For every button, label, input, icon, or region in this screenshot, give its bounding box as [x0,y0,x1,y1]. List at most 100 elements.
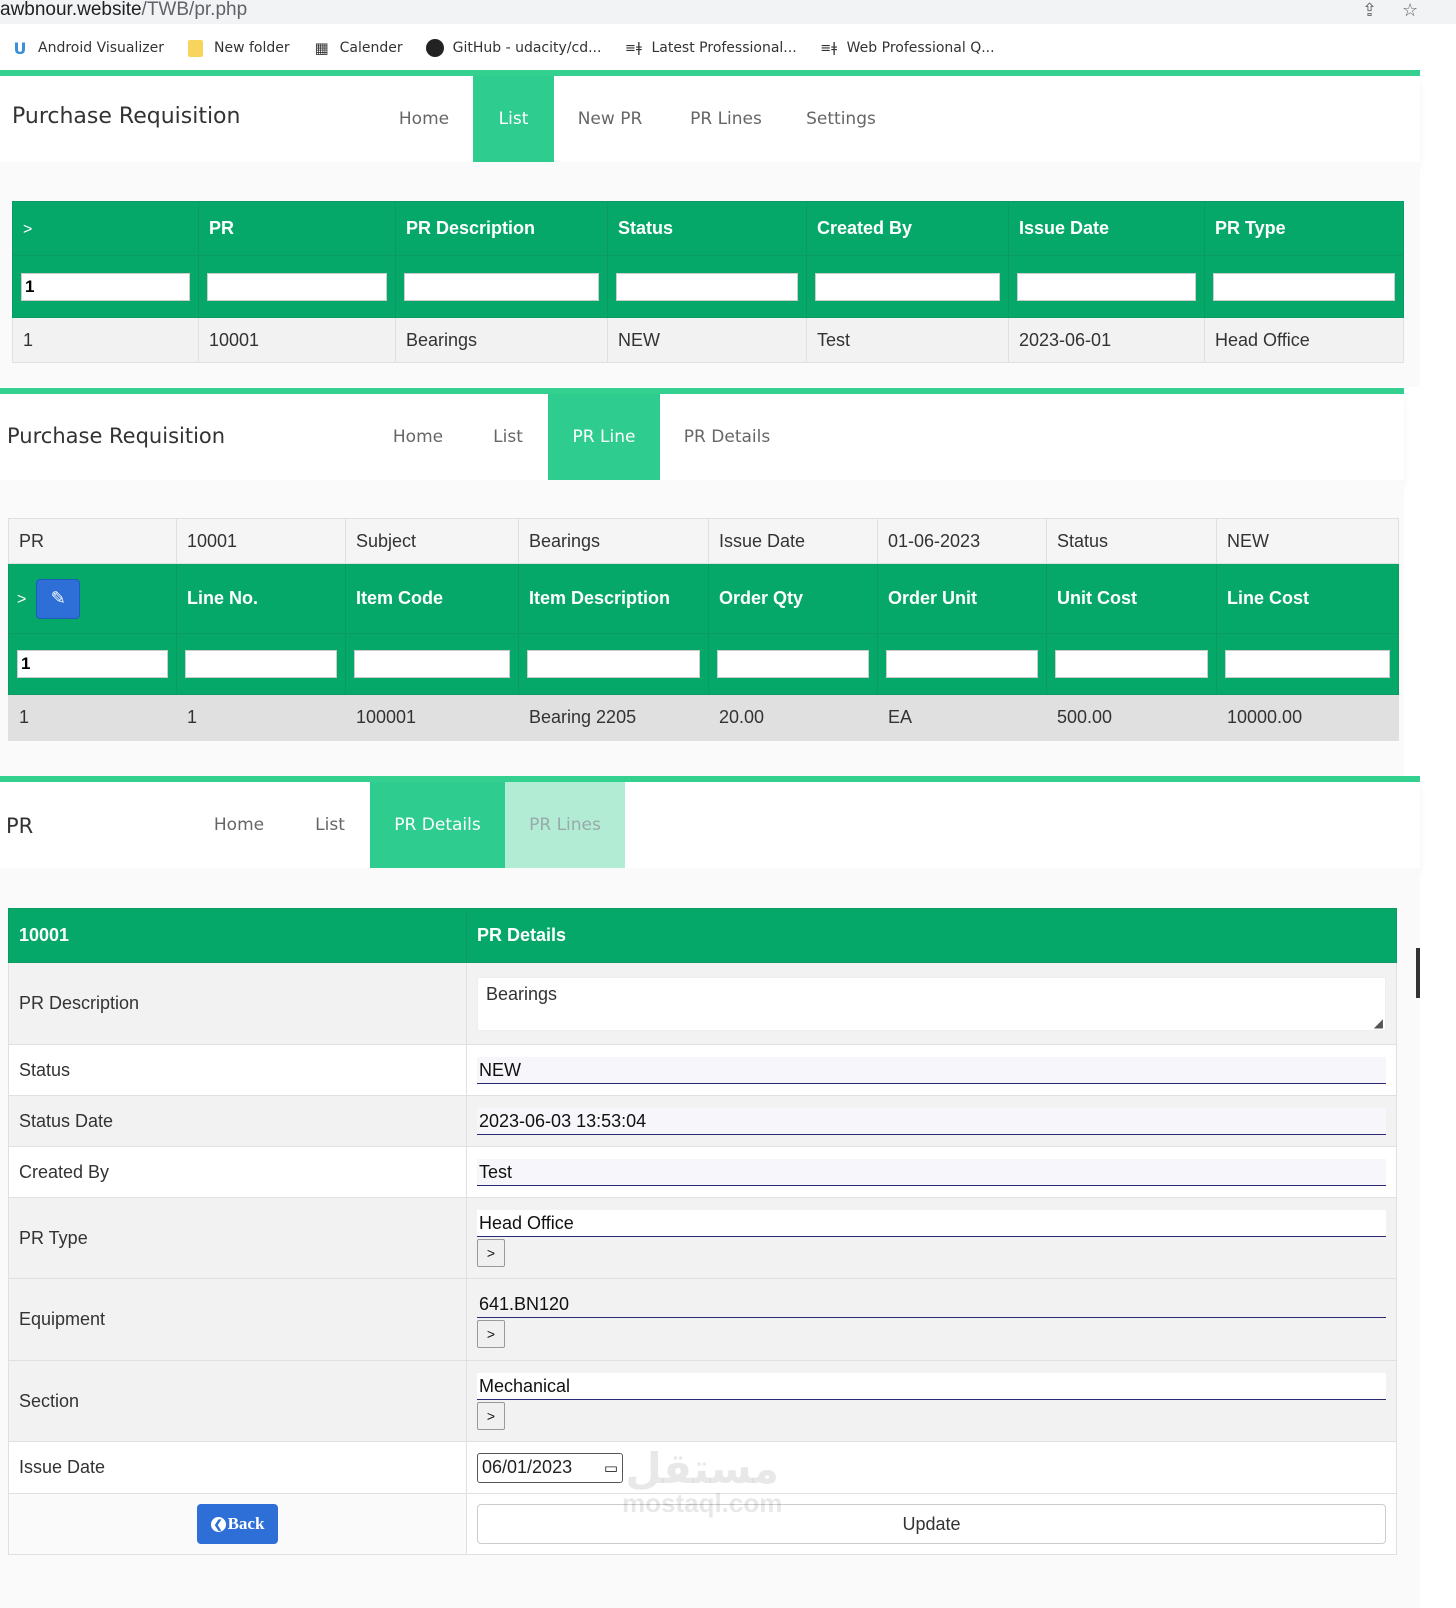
info-label-subject: Subject [345,518,519,564]
form-row-pr-type: PR Type Head Office > [8,1197,1397,1279]
nav-list[interactable]: List [296,782,364,868]
form-row-equipment: Equipment 641.BN120 > [8,1278,1397,1361]
filter-input-created-by[interactable] [815,272,1000,301]
pr-type-lookup-button[interactable]: > [477,1238,505,1267]
filter-input-item-code[interactable] [354,650,510,678]
nav-home[interactable]: Home [372,394,464,480]
back-button[interactable]: ❮ Back [197,1504,278,1544]
bookmark-web-professional[interactable]: ≡ǂ Web Professional Q... [819,38,994,58]
scroll-indicator[interactable] [1416,948,1420,998]
pr-details-navbar: PR Home List PR Details PR Lines [0,782,1420,868]
details-header-row: 10001 PR Details [8,908,1397,963]
label-pr-description: PR Description [8,962,467,1045]
column-header-pr-type[interactable]: PR Type [1204,201,1404,256]
filter-input-pr-description[interactable] [404,272,599,301]
pencil-icon: ✎ [50,588,66,608]
info-label-status: Status [1046,518,1217,564]
details-title-header: PR Details [466,908,1397,963]
filter-input-row[interactable] [21,272,190,301]
issue-date-input[interactable]: 06/01/2023 ▭ [477,1452,623,1483]
created-by-field[interactable]: Test [477,1158,1386,1186]
column-header-pr-description[interactable]: PR Description [395,201,608,256]
cell-status: NEW [607,317,807,363]
nav-pr-line[interactable]: PR Line [548,394,660,480]
label-pr-type: PR Type [8,1197,467,1279]
section-field[interactable]: Mechanical [477,1372,1386,1400]
nav-pr-lines[interactable]: PR Lines [674,76,778,162]
column-header-line-no[interactable]: Line No. [176,563,346,634]
table-row[interactable]: 1 1 100001 Bearing 2205 20.00 EA 500.00 … [8,694,1399,741]
github-icon [425,38,445,58]
column-header-status[interactable]: Status [607,201,807,256]
nav-pr-lines[interactable]: PR Lines [505,782,625,868]
column-header-item-description[interactable]: Item Description [518,563,709,634]
calendar-icon[interactable]: ▭ [604,1459,618,1477]
update-button[interactable]: Update [477,1504,1386,1544]
android-visualizer-icon: U [13,38,27,58]
column-header-pr[interactable]: PR [198,201,396,256]
info-value-issue-date: 01-06-2023 [877,518,1047,564]
bookmark-android-visualizer[interactable]: U Android Visualizer [10,38,164,58]
url-text[interactable]: awbnour.website/TWB/pr.php [0,0,247,21]
column-header-order-unit[interactable]: Order Unit [877,563,1047,634]
column-header-item-code[interactable]: Item Code [345,563,519,634]
filter-input-status[interactable] [616,272,798,301]
filter-input-unit-cost[interactable] [1055,650,1208,678]
share-icon[interactable]: ⇪ [1362,0,1377,21]
pr-type-field[interactable]: Head Office [477,1209,1386,1237]
chevron-left-icon: ❮ [210,1516,226,1532]
browser-url-bar[interactable]: awbnour.website/TWB/pr.php ⇪ ☆ [0,0,1456,24]
nav-new-pr[interactable]: New PR [560,76,660,162]
column-header-issue-date[interactable]: Issue Date [1008,201,1205,256]
filter-input-pr-type[interactable] [1213,272,1395,301]
expand-arrow[interactable]: > [17,590,26,607]
nav-settings[interactable]: Settings [793,76,889,162]
label-status-date: Status Date [8,1095,467,1147]
status-date-field[interactable]: 2023-06-03 13:53:04 [477,1107,1386,1135]
column-header-line-cost[interactable]: Line Cost [1216,563,1399,634]
nav-list[interactable]: List [473,76,554,162]
resize-grip-icon[interactable]: ◢ [1374,1016,1383,1030]
filter-input-item-description[interactable] [527,650,700,678]
label-section: Section [8,1360,467,1442]
column-header-created-by[interactable]: Created By [806,201,1009,256]
star-icon[interactable]: ☆ [1402,0,1418,21]
table-header-row: > ✎ Line No. Item Code Item Description O… [8,563,1399,634]
table-row[interactable]: 1 10001 Bearings NEW Test 2023-06-01 Hea… [12,317,1404,363]
filter-input-order-qty[interactable] [717,650,869,678]
cell-pr[interactable]: 10001 [198,317,396,363]
equipment-field[interactable]: 641.BN120 [477,1291,1386,1318]
filter-input-order-unit[interactable] [886,650,1038,678]
cell-created-by: Test [806,317,1009,363]
edit-button[interactable]: ✎ [36,578,81,619]
filter-input-line-no[interactable] [185,650,337,678]
expand-column-header[interactable]: > [12,201,199,256]
filter-input-issue-date[interactable] [1017,272,1196,301]
column-header-order-qty[interactable]: Order Qty [708,563,878,634]
nav-home[interactable]: Home [196,782,282,868]
section-lookup-button[interactable]: > [477,1401,505,1430]
cell-pr-type: Head Office [1204,317,1404,363]
bookmark-latest-professional[interactable]: ≡ǂ Latest Professional... [623,38,797,58]
bookmark-new-folder[interactable]: New folder [186,38,290,58]
nav-list[interactable]: List [472,394,544,480]
status-field[interactable]: NEW [477,1056,1386,1084]
info-label-issue-date: Issue Date [708,518,878,564]
info-value-pr: 10001 [176,518,346,564]
nav-pr-details[interactable]: PR Details [668,394,786,480]
form-row-status-date: Status Date 2023-06-03 13:53:04 [8,1095,1397,1147]
bookmark-calender[interactable]: ▦ Calender [312,38,403,58]
filter-input-line-cost[interactable] [1225,650,1390,678]
pr-description-textarea[interactable]: Bearings ◢ [477,976,1386,1031]
filter-row [8,633,1399,695]
equipment-lookup-button[interactable]: > [477,1320,505,1348]
cell-order-unit: EA [877,694,1047,741]
nav-home[interactable]: Home [378,76,470,162]
label-status: Status [8,1044,467,1096]
column-header-unit-cost[interactable]: Unit Cost [1046,563,1217,634]
info-label-pr: PR [8,518,177,564]
nav-pr-details[interactable]: PR Details [370,782,505,868]
bookmark-github[interactable]: GitHub - udacity/cd... [425,38,601,58]
filter-input-pr[interactable] [207,272,387,301]
filter-input-row[interactable] [17,650,168,678]
